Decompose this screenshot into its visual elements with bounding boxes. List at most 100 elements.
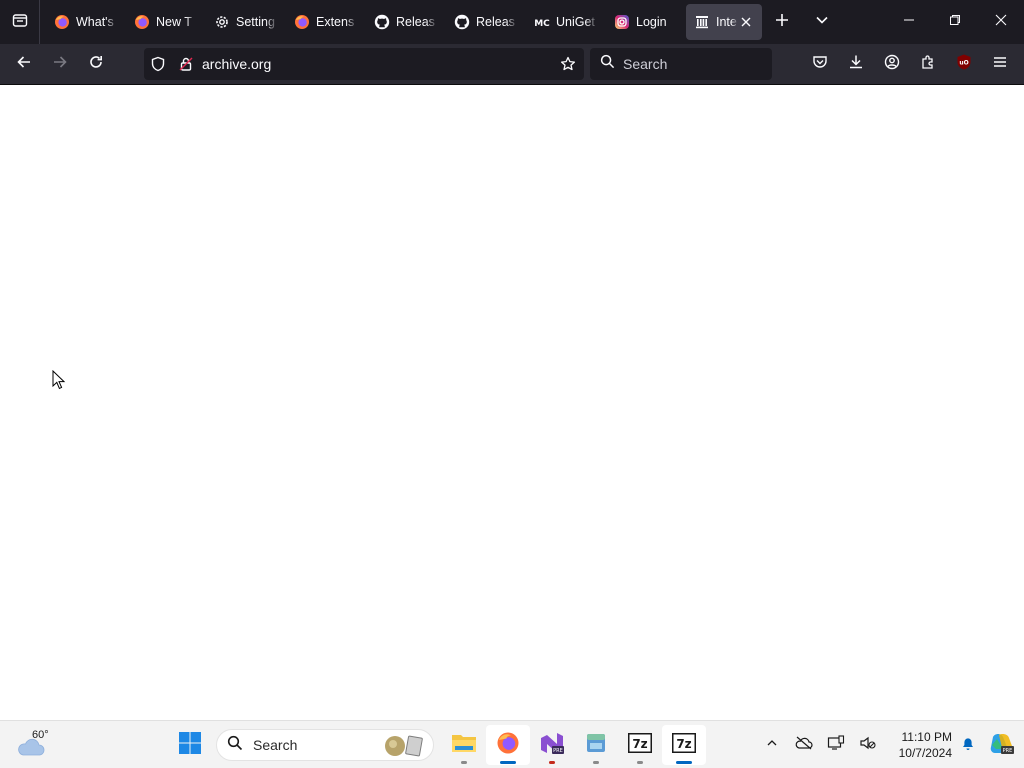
copilot-button[interactable]: PRE (984, 725, 1020, 765)
tab-settings[interactable]: Setting (206, 4, 286, 40)
close-tab-icon[interactable] (738, 14, 754, 30)
firefox-icon (134, 14, 150, 30)
back-button[interactable] (6, 48, 42, 80)
search-placeholder: Search (623, 56, 668, 72)
tab-whats-new[interactable]: What's (46, 4, 126, 40)
windows-logo-icon (178, 731, 202, 760)
app-icon (585, 731, 607, 760)
forward-button[interactable] (42, 48, 78, 80)
taskbar-apps: Search PRE 7z 7z (168, 725, 706, 765)
file-explorer-icon (451, 731, 477, 760)
taskbar-7zip-1[interactable]: 7z (618, 725, 662, 765)
running-indicator (461, 761, 467, 764)
app-menu-button[interactable] (982, 48, 1018, 80)
notifications-button[interactable] (952, 725, 984, 765)
navigation-toolbar: archive.org Search uO (0, 44, 1024, 85)
search-highlight-icon (385, 735, 423, 757)
tab-extensions[interactable]: Extens (286, 4, 366, 40)
firefox-icon (54, 14, 70, 30)
search-input[interactable]: Search (590, 48, 772, 80)
clock-date: 10/7/2024 (898, 746, 952, 760)
pocket-button[interactable] (802, 48, 838, 80)
show-hidden-icons-button[interactable] (756, 725, 788, 765)
tracking-protection-shield-icon[interactable] (144, 48, 172, 80)
new-tab-button[interactable] (762, 0, 802, 44)
plus-icon (775, 13, 789, 32)
taskbar-search[interactable]: Search (216, 729, 434, 761)
tab-title: What's (76, 15, 114, 29)
mouse-cursor-icon (52, 369, 66, 395)
svg-text:PRE: PRE (553, 748, 563, 754)
system-tray: 11:10 PM 10/7/2024 PRE (756, 725, 1020, 765)
taskbar-visual-studio-preview[interactable]: PRE (530, 725, 574, 765)
taskbar-7zip-2[interactable]: 7z (662, 725, 706, 765)
reload-icon (88, 54, 104, 75)
lock-icon[interactable] (172, 48, 200, 80)
start-button[interactable] (168, 725, 212, 765)
weather-widget[interactable]: 60° (16, 727, 56, 763)
window-controls (886, 0, 1024, 44)
puzzle-piece-icon (920, 54, 936, 75)
list-all-tabs-button[interactable] (802, 0, 842, 44)
hamburger-menu-icon (992, 54, 1008, 75)
tab-unigetui[interactable]: MC UniGet (526, 4, 606, 40)
tab-releases-1[interactable]: Releas (366, 4, 446, 40)
pocket-icon (812, 54, 828, 75)
active-indicator (500, 761, 516, 764)
ublock-origin-button[interactable]: uO (946, 48, 982, 80)
tab-title: New T (156, 15, 192, 29)
network-button[interactable] (820, 725, 852, 765)
arrow-right-icon (52, 54, 68, 75)
taskbar-app[interactable] (574, 725, 618, 765)
reload-button[interactable] (78, 48, 114, 80)
downloads-button[interactable] (838, 48, 874, 80)
taskbar-search-placeholder: Search (253, 737, 298, 753)
volume-button[interactable] (852, 725, 884, 765)
speaker-muted-icon (859, 735, 877, 756)
onedrive-button[interactable] (788, 725, 820, 765)
close-window-button[interactable] (978, 0, 1024, 44)
close-icon (995, 13, 1007, 31)
7zip-icon: 7z (671, 732, 697, 759)
running-indicator (549, 761, 555, 764)
tab-title: Releas (396, 15, 435, 29)
network-icon (827, 734, 845, 756)
tab-title: Setting (236, 15, 275, 29)
tab-instagram-login[interactable]: Login (606, 4, 686, 40)
clock[interactable]: 11:10 PM 10/7/2024 (888, 729, 952, 761)
unigetui-icon: MC (534, 14, 550, 30)
firefox-icon (496, 731, 520, 760)
url-text[interactable]: archive.org (202, 56, 552, 72)
download-icon (848, 54, 864, 75)
url-bar[interactable]: archive.org (144, 48, 584, 80)
minimize-button[interactable] (886, 0, 932, 44)
tab-title: Inte (716, 15, 737, 29)
search-icon (600, 54, 615, 74)
restore-icon (949, 13, 961, 31)
tab-internet-archive[interactable]: Inte (686, 4, 762, 40)
unigetui-icon-text: MC (534, 19, 550, 29)
firefox-view-icon (12, 12, 28, 33)
tab-new-tab[interactable]: New T (126, 4, 206, 40)
tab-releases-2[interactable]: Releas (446, 4, 526, 40)
gear-icon (214, 14, 230, 30)
taskbar: 60° Search PRE 7z 7z 11:10 PM 10/7/2024 … (0, 720, 1024, 768)
ublock-origin-badge: uO (959, 59, 968, 66)
firefox-view-button[interactable] (0, 0, 40, 44)
tab-title: Extens (316, 15, 355, 29)
tab-title: UniGet (556, 15, 595, 29)
running-indicator (637, 761, 643, 764)
visual-studio-preview-icon: PRE (539, 731, 565, 760)
ublock-origin-icon: uO (955, 53, 973, 76)
restore-button[interactable] (932, 0, 978, 44)
bookmark-star-icon[interactable] (552, 48, 584, 80)
account-button[interactable] (874, 48, 910, 80)
page-content[interactable] (0, 85, 1024, 720)
taskbar-file-explorer[interactable] (442, 725, 486, 765)
extensions-button[interactable] (910, 48, 946, 80)
copilot-badge: PRE (1003, 748, 1013, 754)
taskbar-firefox[interactable] (486, 725, 530, 765)
cloud-offline-icon (795, 735, 813, 756)
instagram-icon (614, 14, 630, 30)
chevron-up-icon (766, 736, 778, 754)
